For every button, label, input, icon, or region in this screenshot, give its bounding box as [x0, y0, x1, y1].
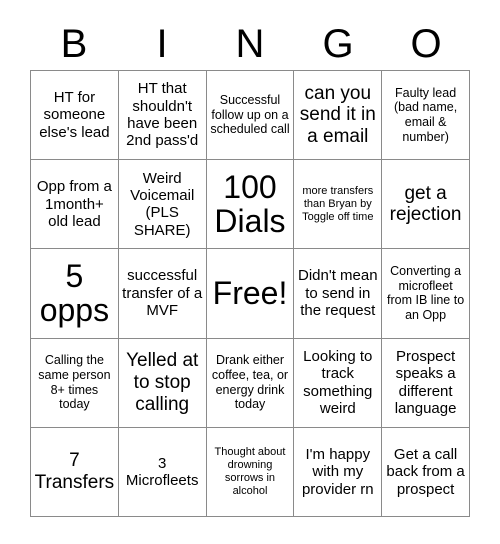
bingo-cell-text: 3 Microfleets: [125, 454, 199, 489]
bingo-cell-text: Calling the same person 8+ times today: [38, 353, 111, 412]
bingo-cell-r2c2[interactable]: Weird Voicemail (PLS SHARE): [118, 160, 207, 250]
bingo-cell-text: Yelled at to stop calling: [126, 350, 199, 415]
bingo-cell-text: Converting a microfleet from IB line to …: [387, 263, 465, 323]
bingo-cell-r4c1[interactable]: Calling the same person 8+ times today: [31, 338, 119, 428]
bingo-card: B I N G O HT for someone else's lead HT …: [0, 0, 500, 544]
bingo-cell-r1c3[interactable]: Successful follow up on a scheduled call: [206, 71, 295, 161]
bingo-header-row: B I N G O: [30, 18, 470, 70]
bingo-cell-r5c4[interactable]: I'm happy with my provider rn: [294, 427, 383, 517]
bingo-cell-r2c5[interactable]: get a rejection: [382, 160, 470, 250]
bingo-cell-text: more transfers than Bryan by Toggle off …: [302, 184, 374, 223]
bingo-cell-r2c3[interactable]: 100 Dials: [206, 160, 295, 250]
bingo-cell-text: successful transfer of a MVF: [122, 267, 203, 320]
bingo-cell-text: Weird Voicemail (PLS SHARE): [130, 169, 195, 239]
bingo-cell-r5c5[interactable]: Get a call back from a prospect: [382, 427, 470, 517]
bingo-cell-r4c3[interactable]: Drank either coffee, tea, or energy drin…: [206, 338, 295, 428]
bingo-cell-text: I'm happy with my provider rn: [301, 445, 374, 498]
bingo-cell-text: Opp from a 1month+ old lead: [36, 178, 112, 230]
bingo-header-letter-i: I: [156, 22, 168, 66]
bingo-header-letter-b: B: [60, 22, 88, 66]
bingo-header-letter-g: G: [322, 22, 354, 66]
bingo-cell-r1c4[interactable]: can you send it in a email: [294, 71, 383, 161]
bingo-cell-text: Drank either coffee, tea, or energy drin…: [211, 353, 289, 412]
bingo-cell-text: 100 Dials: [214, 168, 286, 240]
bingo-cell-r2c1[interactable]: Opp from a 1month+ old lead: [31, 160, 119, 250]
bingo-cell-r4c2[interactable]: Yelled at to stop calling: [118, 338, 207, 428]
bingo-cell-text: Didn't mean to send in the request: [298, 267, 378, 320]
bingo-cell-text: Looking to track something weird: [303, 347, 373, 418]
bingo-cell-r5c3[interactable]: Thought about drowning sorrows in alcoho…: [206, 427, 295, 517]
bingo-cell-text: Faulty lead (bad name, email & number): [393, 85, 458, 144]
bingo-cell-r3c4[interactable]: Didn't mean to send in the request: [294, 249, 383, 339]
bingo-cell-text: Successful follow up on a scheduled call: [210, 92, 290, 137]
bingo-cell-r1c2[interactable]: HT that shouldn't have been 2nd pass'd: [118, 71, 207, 161]
bingo-cell-text: get a rejection: [389, 182, 462, 226]
bingo-cell-text: 7 Transfers: [34, 450, 115, 493]
bingo-cell-text: can you send it in a email: [299, 82, 376, 147]
bingo-cell-r5c2[interactable]: 3 Microfleets: [118, 427, 207, 517]
bingo-grid: HT for someone else's lead HT that shoul…: [30, 70, 470, 517]
bingo-cell-text: 5 opps: [39, 257, 110, 329]
bingo-cell-r2c4[interactable]: more transfers than Bryan by Toggle off …: [294, 160, 383, 250]
bingo-cell-text: Get a call back from a prospect: [386, 445, 465, 498]
bingo-header-letter-o: O: [410, 22, 442, 66]
bingo-cell-r1c1[interactable]: HT for someone else's lead: [31, 71, 119, 161]
bingo-cell-r4c5[interactable]: Prospect speaks a different language: [382, 338, 470, 428]
bingo-cell-r3c1[interactable]: 5 opps: [31, 249, 119, 339]
bingo-cell-r3c5[interactable]: Converting a microfleet from IB line to …: [382, 249, 470, 339]
bingo-cell-r1c5[interactable]: Faulty lead (bad name, email & number): [382, 71, 470, 161]
bingo-cell-text: HT for someone else's lead: [39, 89, 110, 141]
bingo-cell-text: Thought about drowning sorrows in alcoho…: [214, 445, 286, 498]
bingo-header-letter-n: N: [235, 22, 265, 66]
bingo-cell-free-space[interactable]: Free!: [206, 249, 295, 339]
bingo-cell-text: Prospect speaks a different language: [394, 347, 457, 418]
bingo-cell-r3c2[interactable]: successful transfer of a MVF: [118, 249, 207, 339]
bingo-free-space-label: Free!: [212, 275, 288, 312]
bingo-cell-text: HT that shouldn't have been 2nd pass'd: [126, 80, 199, 150]
bingo-cell-r4c4[interactable]: Looking to track something weird: [294, 338, 383, 428]
bingo-cell-r5c1[interactable]: 7 Transfers: [31, 427, 119, 517]
